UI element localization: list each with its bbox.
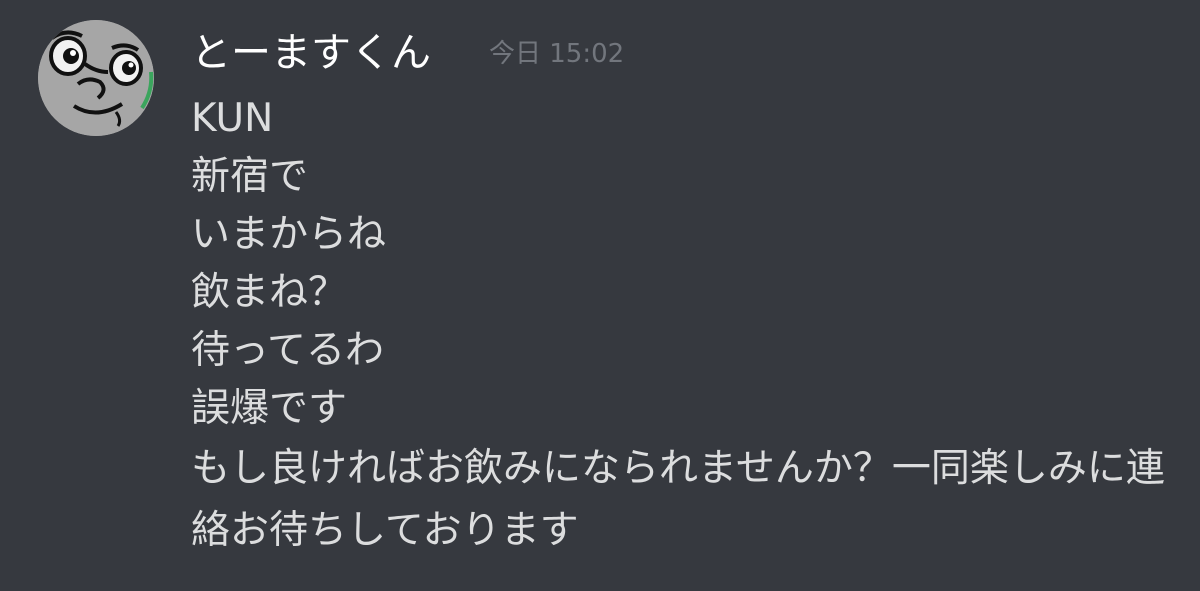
message-line: KUN [191,96,274,141]
username[interactable]: とーますくん [191,27,431,79]
message-line: いまからね [191,212,387,257]
message-timestamp: 今日 15:02 [489,39,625,69]
message-line: 誤爆です [191,386,348,431]
message-content: KUN 新宿で いまからね 飲まね？ 待ってるわ 誤爆です もし良ければお飲みに… [191,90,1181,562]
message-line: 飲まね？ [191,270,348,315]
message-line: もし良ければお飲みになられませんか？一同楽しみに連絡お待ちしております [191,446,1165,553]
user-avatar[interactable] [38,20,154,136]
cartoon-face-icon [38,20,154,136]
message-line: 新宿で [191,154,309,199]
message-line: 待ってるわ [191,328,385,373]
chat-message: とーますくん 今日 15:02 KUN 新宿で いまからね 飲まね？ 待ってるわ… [0,0,1200,591]
